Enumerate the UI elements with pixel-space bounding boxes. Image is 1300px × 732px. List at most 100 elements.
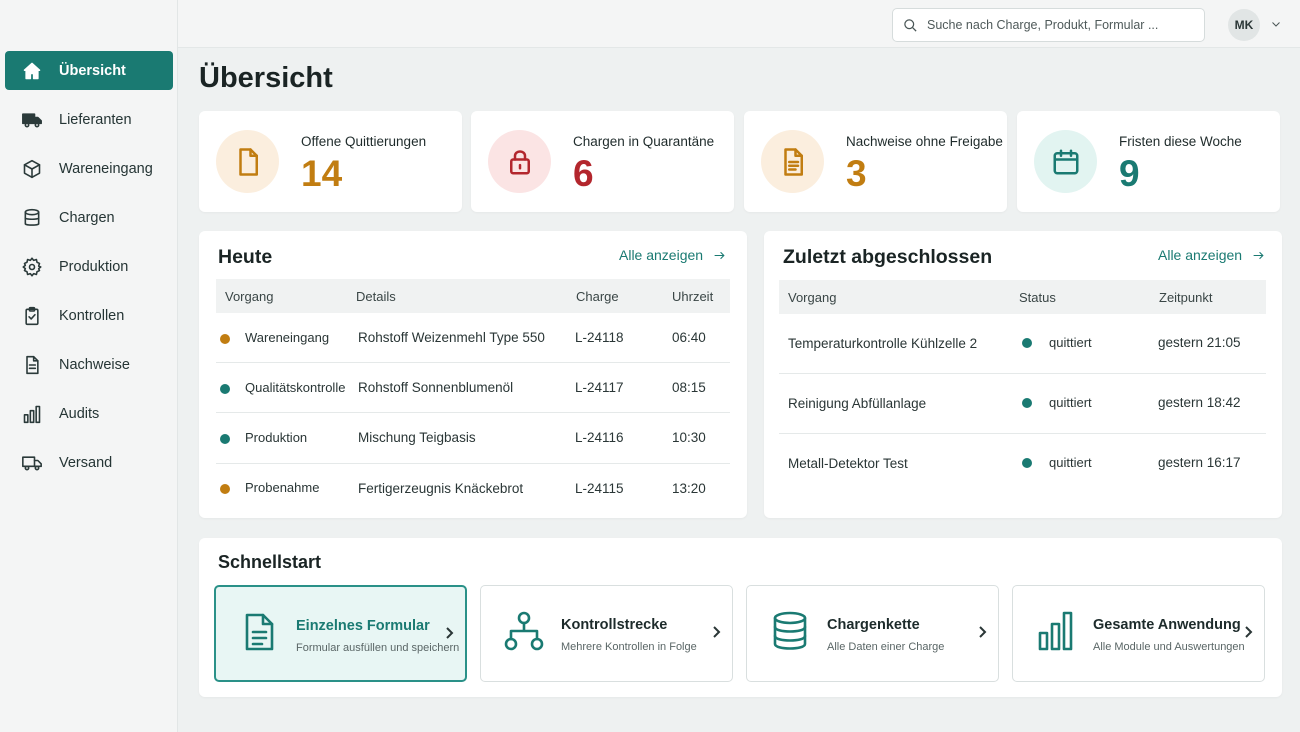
- row-status: quittiert: [1049, 395, 1092, 410]
- today-show-all-link[interactable]: Alle anzeigen: [619, 247, 726, 263]
- table-row[interactable]: Wareneingang Rohstoff Weizenmehl Type 55…: [216, 313, 730, 363]
- search-icon: [904, 18, 917, 32]
- bar-chart-icon: [22, 404, 42, 424]
- quickstart-item-desc: Alle Daten einer Charge: [827, 641, 945, 653]
- chevron-right-icon: [976, 624, 988, 640]
- status-dot: [1022, 458, 1032, 468]
- sidebar-item-label: Nachweise: [59, 356, 130, 373]
- database-icon: [767, 608, 813, 654]
- lock-icon: [509, 149, 530, 174]
- status-dot: [220, 384, 230, 394]
- sidebar-item-wareneingang[interactable]: Wareneingang: [5, 149, 173, 188]
- row-vorgang: Temperaturkontrolle Kühlzelle 2: [788, 336, 978, 351]
- quickstart-title: Schnellstart: [218, 552, 322, 572]
- recent-title: Zuletzt abgeschlossen: [783, 246, 993, 268]
- quickstart-einzelnes-formular[interactable]: Einzelnes Formular Formular ausfüllen un…: [214, 585, 467, 682]
- quickstart-item-title: Kontrollstrecke: [561, 617, 668, 633]
- sidebar-item-versand[interactable]: Versand: [5, 443, 173, 482]
- today-title: Heute: [218, 246, 273, 268]
- clipboard-check-icon: [22, 306, 42, 326]
- table-row[interactable]: Metall-Detektor Test quittiert gestern 1…: [779, 434, 1266, 494]
- kpi-label: Offene Quittierungen: [301, 134, 427, 149]
- row-vorgang: Probenahme: [245, 480, 320, 495]
- sidebar-item-nachweise[interactable]: Nachweise: [5, 345, 173, 384]
- recent-card: Zuletzt abgeschlossen Alle anzeigen Vorg…: [764, 231, 1282, 518]
- workflow-icon: [501, 608, 547, 654]
- link-label: Alle anzeigen: [1158, 247, 1243, 263]
- search-input[interactable]: [927, 18, 1187, 32]
- document-lines-icon: [783, 147, 803, 176]
- sidebar-item-audits[interactable]: Audits: [5, 394, 173, 433]
- sidebar-item-label: Lieferanten: [59, 111, 132, 128]
- table-row[interactable]: Temperaturkontrolle Kühlzelle 2 quittier…: [779, 314, 1266, 374]
- kpi-label: Chargen in Quarantäne: [573, 134, 715, 149]
- table-row[interactable]: Qualitätskontrolle Rohstoff Sonnenblumen…: [216, 363, 730, 413]
- kpi-value: 14: [301, 153, 343, 194]
- row-status: quittiert: [1049, 455, 1092, 470]
- kpi-card-offene-quittierungen[interactable]: Offene Quittierungen 14: [199, 111, 462, 212]
- row-time: 08:15: [672, 380, 706, 395]
- sidebar-item-uebersicht[interactable]: Übersicht: [5, 51, 173, 90]
- table-row[interactable]: Produktion Mischung Teigbasis L-24116 10…: [216, 413, 730, 464]
- sidebar-item-kontrollen[interactable]: Kontrollen: [5, 296, 173, 335]
- sidebar-item-label: Übersicht: [59, 62, 126, 79]
- truck-icon: [22, 110, 42, 130]
- sidebar-item-label: Wareneingang: [59, 160, 153, 177]
- row-charge: L-24118: [575, 330, 624, 345]
- column-header: Vorgang: [225, 289, 274, 304]
- topbar: MK: [178, 0, 1300, 48]
- row-charge: L-24116: [575, 430, 624, 445]
- search-box[interactable]: [892, 8, 1205, 42]
- today-table-header: Vorgang Details Charge Uhrzeit: [216, 279, 730, 313]
- table-row[interactable]: Reinigung Abfüllanlage quittiert gestern…: [779, 374, 1266, 434]
- arrow-right-icon: [714, 251, 725, 259]
- sidebar-item-label: Kontrollen: [59, 307, 125, 324]
- document-icon: [22, 355, 42, 375]
- status-dot: [1022, 398, 1032, 408]
- avatar[interactable]: MK: [1228, 9, 1260, 41]
- sidebar-item-label: Versand: [59, 454, 113, 471]
- link-label: Alle anzeigen: [619, 247, 704, 263]
- recent-show-all-link[interactable]: Alle anzeigen: [1158, 247, 1265, 263]
- chevron-right-icon: [1242, 624, 1254, 640]
- sidebar-item-chargen[interactable]: Chargen: [5, 198, 173, 237]
- sidebar-item-lieferanten[interactable]: Lieferanten: [5, 100, 173, 139]
- row-vorgang: Qualitätskontrolle: [245, 380, 346, 395]
- quickstart-chargenkette[interactable]: Chargenkette Alle Daten einer Charge: [746, 585, 999, 682]
- kpi-icon-circle: [761, 130, 824, 193]
- kpi-label: Nachweise ohne Freigabe: [846, 134, 1003, 149]
- today-card: Heute Alle anzeigen Vorgang Details Char…: [199, 231, 747, 518]
- status-dot: [220, 484, 230, 494]
- recent-table-header: Vorgang Status Zeitpunkt: [779, 280, 1266, 314]
- kpi-card-chargen-quarantaene[interactable]: Chargen in Quarantäne 6: [471, 111, 734, 212]
- column-header: Status: [1019, 290, 1056, 305]
- package-icon: [22, 159, 42, 179]
- row-vorgang: Reinigung Abfüllanlage: [788, 396, 927, 411]
- row-charge: L-24117: [575, 380, 624, 395]
- kpi-label: Fristen diese Woche: [1119, 134, 1242, 149]
- sidebar-item-produktion[interactable]: Produktion: [5, 247, 173, 286]
- quickstart-gesamte-anwendung[interactable]: Gesamte Anwendung Alle Module und Auswer…: [1012, 585, 1265, 682]
- status-dot: [220, 434, 230, 444]
- quickstart-item-desc: Mehrere Kontrollen in Folge: [561, 641, 697, 653]
- row-status: quittiert: [1049, 335, 1092, 350]
- row-time: 06:40: [672, 330, 706, 345]
- table-row[interactable]: Probenahme Fertigerzeugnis Knäckebrot L-…: [216, 464, 730, 514]
- kpi-card-fristen-diese-woche[interactable]: Fristen diese Woche 9: [1017, 111, 1280, 212]
- kpi-card-nachweise-ohne-freigabe[interactable]: Nachweise ohne Freigabe 3: [744, 111, 1007, 212]
- row-vorgang: Wareneingang: [245, 330, 330, 345]
- row-details: Fertigerzeugnis Knäckebrot: [358, 481, 524, 496]
- quickstart-item-desc: Alle Module und Auswertungen: [1093, 641, 1245, 653]
- quickstart-item-title: Einzelnes Formular: [296, 618, 430, 634]
- form-icon: [236, 609, 282, 655]
- arrow-right-icon: [1253, 251, 1264, 259]
- status-dot: [220, 334, 230, 344]
- kpi-value: 6: [573, 153, 594, 194]
- quickstart-item-desc: Formular ausfüllen und speichern: [296, 642, 460, 654]
- column-header: Details: [356, 289, 396, 304]
- chevron-down-icon[interactable]: [1270, 17, 1282, 29]
- column-header: Charge: [576, 289, 619, 304]
- column-header: Vorgang: [788, 290, 837, 305]
- quickstart-kontrollstrecke[interactable]: Kontrollstrecke Mehrere Kontrollen in Fo…: [480, 585, 733, 682]
- quickstart-item-title: Gesamte Anwendung: [1093, 617, 1241, 633]
